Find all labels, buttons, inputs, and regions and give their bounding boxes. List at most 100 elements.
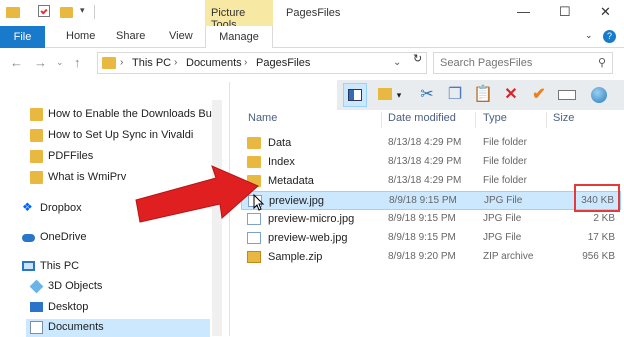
breadcrumb-documents[interactable]: Documents	[186, 57, 242, 69]
address-bar[interactable]: › This PC › Documents › PagesFiles ⌄	[97, 52, 427, 74]
rename-icon[interactable]	[555, 83, 579, 107]
ribbon-tabs: File Home Share View Manage ⌄ ?	[0, 26, 624, 48]
column-separator[interactable]	[546, 112, 547, 128]
folder-icon	[30, 129, 43, 142]
nav-item-label: OneDrive	[40, 231, 87, 243]
nav-item-label: This PC	[40, 260, 80, 272]
nav-item-label: PDFFiles	[48, 150, 94, 162]
ribbon-expand-icon[interactable]: ⌄	[585, 30, 593, 41]
tab-home[interactable]: Home	[66, 30, 95, 42]
preview-pane-icon[interactable]	[343, 83, 367, 107]
chevron-right-icon[interactable]: ›	[174, 57, 177, 68]
annotation-arrow-icon	[135, 165, 259, 223]
nav-item-label: Dropbox	[40, 202, 82, 214]
file-size: 2 KB	[593, 213, 615, 224]
nav-item-documents[interactable]: Documents	[26, 319, 210, 337]
column-header-type[interactable]: Type	[483, 112, 507, 124]
shell-icon[interactable]	[587, 83, 611, 107]
up-arrow-icon[interactable]: ↑	[74, 55, 81, 70]
breadcrumb-this-pc[interactable]: This PC	[132, 57, 171, 69]
cut-icon[interactable]: ✂	[415, 83, 439, 107]
file-type: File folder	[483, 137, 527, 148]
file-name: Metadata	[268, 175, 314, 187]
title-bar: ▾ Picture Tools PagesFiles — ☐ ✕	[0, 0, 624, 31]
file-name: preview-web.jpg	[268, 232, 348, 244]
table-row[interactable]: preview-micro.jpg 8/9/18 9:15 PM JPG Fil…	[241, 210, 621, 229]
nav-item-label: How to Set Up Sync in Vivaldi	[48, 129, 194, 141]
back-arrow-icon[interactable]: ←	[10, 55, 23, 70]
nav-item-vivaldi-article[interactable]: How to Set Up Sync in Vivaldi	[30, 127, 210, 145]
chevron-right-icon[interactable]: ›	[120, 57, 123, 68]
mouse-cursor-icon	[253, 194, 265, 211]
tab-file[interactable]: File	[0, 26, 45, 48]
zip-file-icon	[247, 251, 261, 263]
folder-icon	[247, 137, 261, 149]
size-highlight-box	[574, 184, 620, 212]
file-type: JPG File	[483, 232, 522, 243]
file-type: ZIP archive	[483, 251, 534, 262]
explorer-icon	[6, 5, 20, 19]
search-input[interactable]	[440, 56, 580, 70]
table-row-selected[interactable]: preview.jpg 8/9/18 9:15 PM JPG File 340 …	[241, 191, 621, 210]
customize-toolbar-icon[interactable]: ▾	[80, 5, 94, 19]
nav-item-this-pc[interactable]: This PC	[22, 258, 202, 276]
table-row[interactable]: preview-web.jpg 8/9/18 9:15 PM JPG File …	[241, 229, 621, 248]
chevron-right-icon[interactable]: ›	[244, 57, 247, 68]
file-name: preview-micro.jpg	[268, 213, 355, 225]
file-name: Data	[268, 137, 292, 149]
address-row: ← → ⌄ ↑ › This PC › Documents › PagesFil…	[0, 48, 624, 78]
file-size: 956 KB	[582, 251, 615, 262]
delete-icon[interactable]: ✕	[499, 83, 523, 107]
file-type: File folder	[483, 175, 527, 186]
column-separator[interactable]	[381, 112, 382, 128]
tab-view[interactable]: View	[169, 30, 193, 42]
copy-icon[interactable]: ❐	[443, 83, 467, 107]
file-date: 8/13/18 4:29 PM	[388, 156, 462, 167]
table-row[interactable]: Data 8/13/18 4:29 PM File folder	[241, 134, 621, 153]
nav-item-desktop[interactable]: Desktop	[30, 299, 210, 317]
file-type: JPG File	[484, 195, 523, 206]
file-name: Index	[268, 156, 295, 168]
column-separator[interactable]	[475, 112, 476, 128]
tab-manage[interactable]: Manage	[205, 26, 273, 48]
column-header-date[interactable]: Date modified	[388, 112, 456, 124]
maximize-button[interactable]: ☐	[559, 4, 571, 20]
jpg-file-icon	[247, 232, 261, 244]
dropdown-icon[interactable]: ▾	[393, 83, 405, 107]
file-name: Sample.zip	[268, 251, 323, 263]
chevron-down-icon[interactable]: ⌄	[393, 57, 401, 68]
tab-share[interactable]: Share	[116, 30, 145, 42]
column-header-size[interactable]: Size	[553, 112, 574, 124]
folder-icon	[30, 150, 43, 163]
properties-icon[interactable]	[38, 5, 52, 19]
folder-icon	[30, 108, 43, 121]
file-size: 17 KB	[587, 232, 615, 243]
quick-toolbar: ▾ ✂ ❐ 📋 ✕ ✔	[337, 80, 624, 110]
file-date: 8/9/18 9:20 PM	[388, 251, 456, 262]
nav-item-label: 3D Objects	[48, 280, 103, 292]
refresh-icon[interactable]: ↻	[413, 52, 422, 65]
search-box[interactable]: ⚲	[433, 52, 613, 74]
help-icon[interactable]: ?	[603, 30, 616, 43]
file-list: Name Date modified Type Size Data 8/13/1…	[231, 110, 624, 336]
forward-arrow-icon[interactable]: →	[34, 55, 47, 70]
checkmark-icon[interactable]: ✔	[527, 83, 551, 107]
paste-icon[interactable]: 📋	[471, 83, 495, 107]
table-row[interactable]: Sample.zip 8/9/18 9:20 PM ZIP archive 95…	[241, 248, 621, 267]
table-row[interactable]: Index 8/13/18 4:29 PM File folder	[241, 153, 621, 172]
close-button[interactable]: ✕	[600, 4, 611, 20]
computer-icon	[22, 261, 35, 271]
nav-item-label: What is WmiPrv	[48, 171, 127, 183]
desktop-icon	[30, 302, 43, 312]
new-folder-icon[interactable]	[60, 5, 74, 19]
file-date: 8/9/18 9:15 PM	[389, 195, 457, 206]
folder-icon	[30, 171, 43, 184]
recent-dropdown-icon[interactable]: ⌄	[56, 57, 64, 68]
breadcrumb-pagesfiles[interactable]: PagesFiles	[256, 57, 310, 69]
search-icon[interactable]: ⚲	[598, 56, 606, 69]
nav-item-downloads-article[interactable]: How to Enable the Downloads Butt	[30, 106, 218, 124]
nav-item-3d-objects[interactable]: 3D Objects	[29, 278, 210, 296]
minimize-button[interactable]: —	[517, 4, 530, 19]
table-row[interactable]: Metadata 8/13/18 4:29 PM File folder	[241, 172, 621, 191]
column-header-name[interactable]: Name	[248, 112, 277, 124]
